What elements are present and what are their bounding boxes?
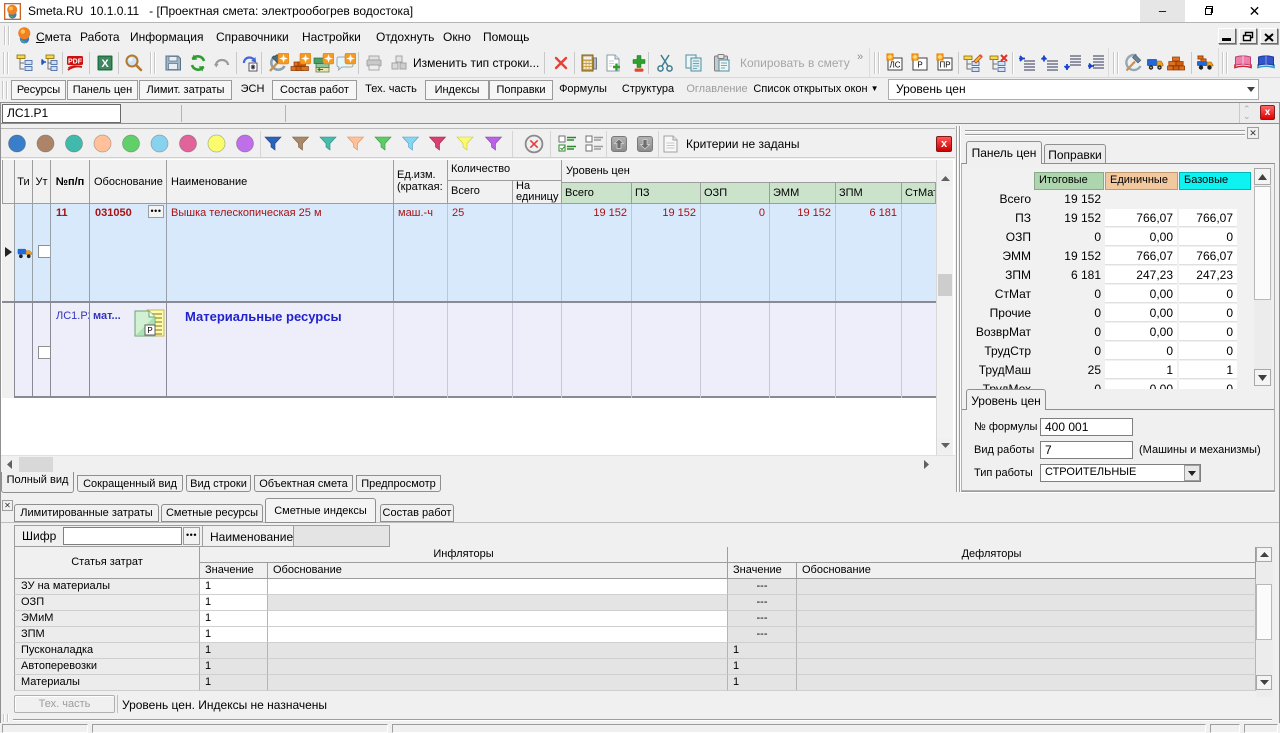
svg-text:Р: Р	[917, 61, 922, 70]
svg-text:P: P	[147, 326, 152, 335]
svg-text:X: X	[101, 58, 109, 70]
svg-text:PDF: PDF	[68, 59, 83, 66]
svg-text:ПР: ПР	[939, 61, 950, 70]
svg-text:ЛС: ЛС	[889, 61, 900, 70]
